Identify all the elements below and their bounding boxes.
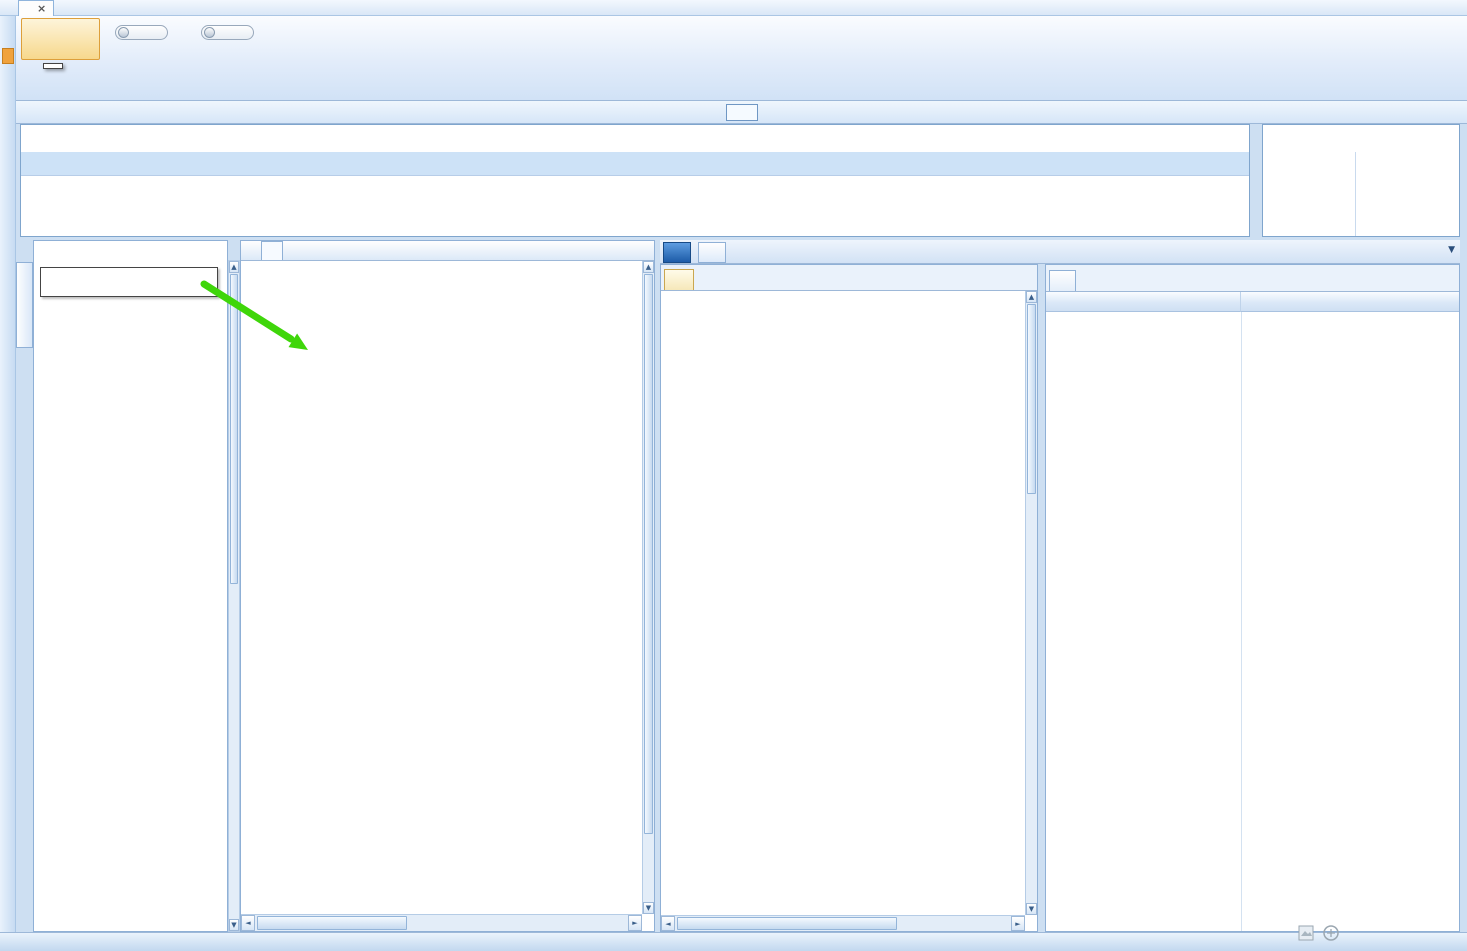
scroll-right-icon[interactable]: ► — [1011, 916, 1025, 931]
toolbar — [16, 16, 1467, 101]
remarks-grid-body — [1046, 312, 1459, 931]
scroll-down-icon[interactable]: ▼ — [643, 902, 654, 914]
model-query-button[interactable] — [21, 18, 100, 60]
params-grid-vscrollbar[interactable]: ▲ ▼ — [1025, 291, 1037, 915]
process-grid-hscrollbar[interactable]: ◄ ► — [241, 914, 642, 931]
application-window: × ▲ ▼ ▲ ▼ ◄ ► ▼ ▲ ▼ ◄ ► — [0, 0, 1467, 951]
params-grid — [661, 291, 1025, 915]
footer-glyph-icon — [1298, 925, 1314, 941]
process-flow-title — [261, 241, 283, 260]
scrollbar-thumb[interactable] — [677, 917, 897, 930]
scrollbar-thumb[interactable] — [1027, 304, 1036, 494]
params-grid-hscrollbar[interactable]: ◄ ► — [661, 915, 1025, 931]
left-dock-strip — [0, 16, 16, 932]
process-flow-panel: ▲ ▼ ◄ ► — [240, 240, 655, 932]
scrollbar-thumb[interactable] — [644, 274, 653, 834]
footer-glyph-icon — [1323, 925, 1339, 941]
params-grid-header — [661, 291, 1025, 313]
process-grid-header — [241, 261, 642, 283]
main-grid-header — [21, 125, 1249, 152]
scroll-down-icon[interactable]: ▼ — [229, 919, 239, 931]
toggle-knob — [117, 27, 129, 38]
scroll-left-icon[interactable]: ◄ — [241, 915, 255, 931]
merge-model-grid — [1262, 124, 1460, 237]
scroll-up-icon[interactable]: ▲ — [643, 261, 654, 273]
tab-new-process-instruction[interactable]: × — [18, 0, 55, 16]
scroll-down-icon[interactable]: ▼ — [1026, 903, 1037, 915]
subtab-basic-params[interactable] — [664, 269, 694, 290]
write-flow-group — [102, 24, 180, 47]
scrollbar-thumb[interactable] — [230, 274, 238, 584]
process-grid — [241, 261, 642, 914]
main-grid-empty-area — [21, 176, 1249, 236]
tab-basic-info[interactable] — [663, 242, 691, 263]
tab-process-remarks[interactable] — [1049, 270, 1076, 291]
query-tooltip — [43, 63, 63, 69]
scroll-right-icon[interactable]: ► — [628, 915, 642, 931]
left-panel-scrollbar[interactable]: ▲ ▼ — [228, 260, 240, 932]
basic-params-panel: ▲ ▼ ◄ ► — [660, 264, 1038, 932]
scrollbar-thumb[interactable] — [257, 916, 407, 930]
main-info-section-bar — [16, 101, 1467, 124]
toggle-knob — [203, 27, 215, 38]
scroll-up-icon[interactable]: ▲ — [1026, 291, 1037, 303]
brand-logo — [1290, 924, 1340, 942]
remarks-grid-header — [1046, 292, 1459, 312]
process-remark-text[interactable] — [1046, 312, 1241, 318]
start-edit-group — [188, 24, 266, 47]
column-header-model-remark[interactable] — [1241, 292, 1459, 312]
chevron-down-icon[interactable]: ▼ — [1448, 245, 1455, 255]
hint-tooltip — [40, 267, 218, 297]
merge-grid-body — [1263, 152, 1459, 236]
close-icon[interactable]: × — [37, 2, 46, 15]
detail-tab-bar: ▼ — [660, 240, 1460, 264]
device-structure-panel — [33, 240, 228, 932]
section-title-main-info[interactable] — [725, 103, 758, 121]
process-flow-title-bar — [241, 241, 654, 261]
scroll-up-icon[interactable]: ▲ — [229, 261, 239, 273]
write-flow-toggle[interactable] — [114, 25, 168, 40]
tab-product-profile[interactable] — [697, 242, 726, 263]
scroll-left-icon[interactable]: ◄ — [661, 916, 675, 931]
params-subtab-bar — [661, 265, 1037, 291]
status-bar — [0, 932, 1467, 951]
column-header-process-remark[interactable] — [1046, 292, 1241, 312]
start-edit-toggle[interactable] — [200, 25, 254, 40]
document-tab-bar: × — [0, 0, 1467, 16]
main-grid-selected-row[interactable] — [21, 152, 1249, 176]
remarks-panel — [1045, 264, 1460, 932]
sidebar-tab-device-structure[interactable] — [16, 262, 33, 348]
main-info-grid — [20, 124, 1250, 237]
merge-grid-header — [1263, 125, 1459, 152]
collapsed-panel-tab[interactable] — [2, 48, 14, 64]
remarks-tab-bar — [1046, 265, 1459, 292]
process-grid-vscrollbar[interactable]: ▲ ▼ — [642, 261, 654, 914]
